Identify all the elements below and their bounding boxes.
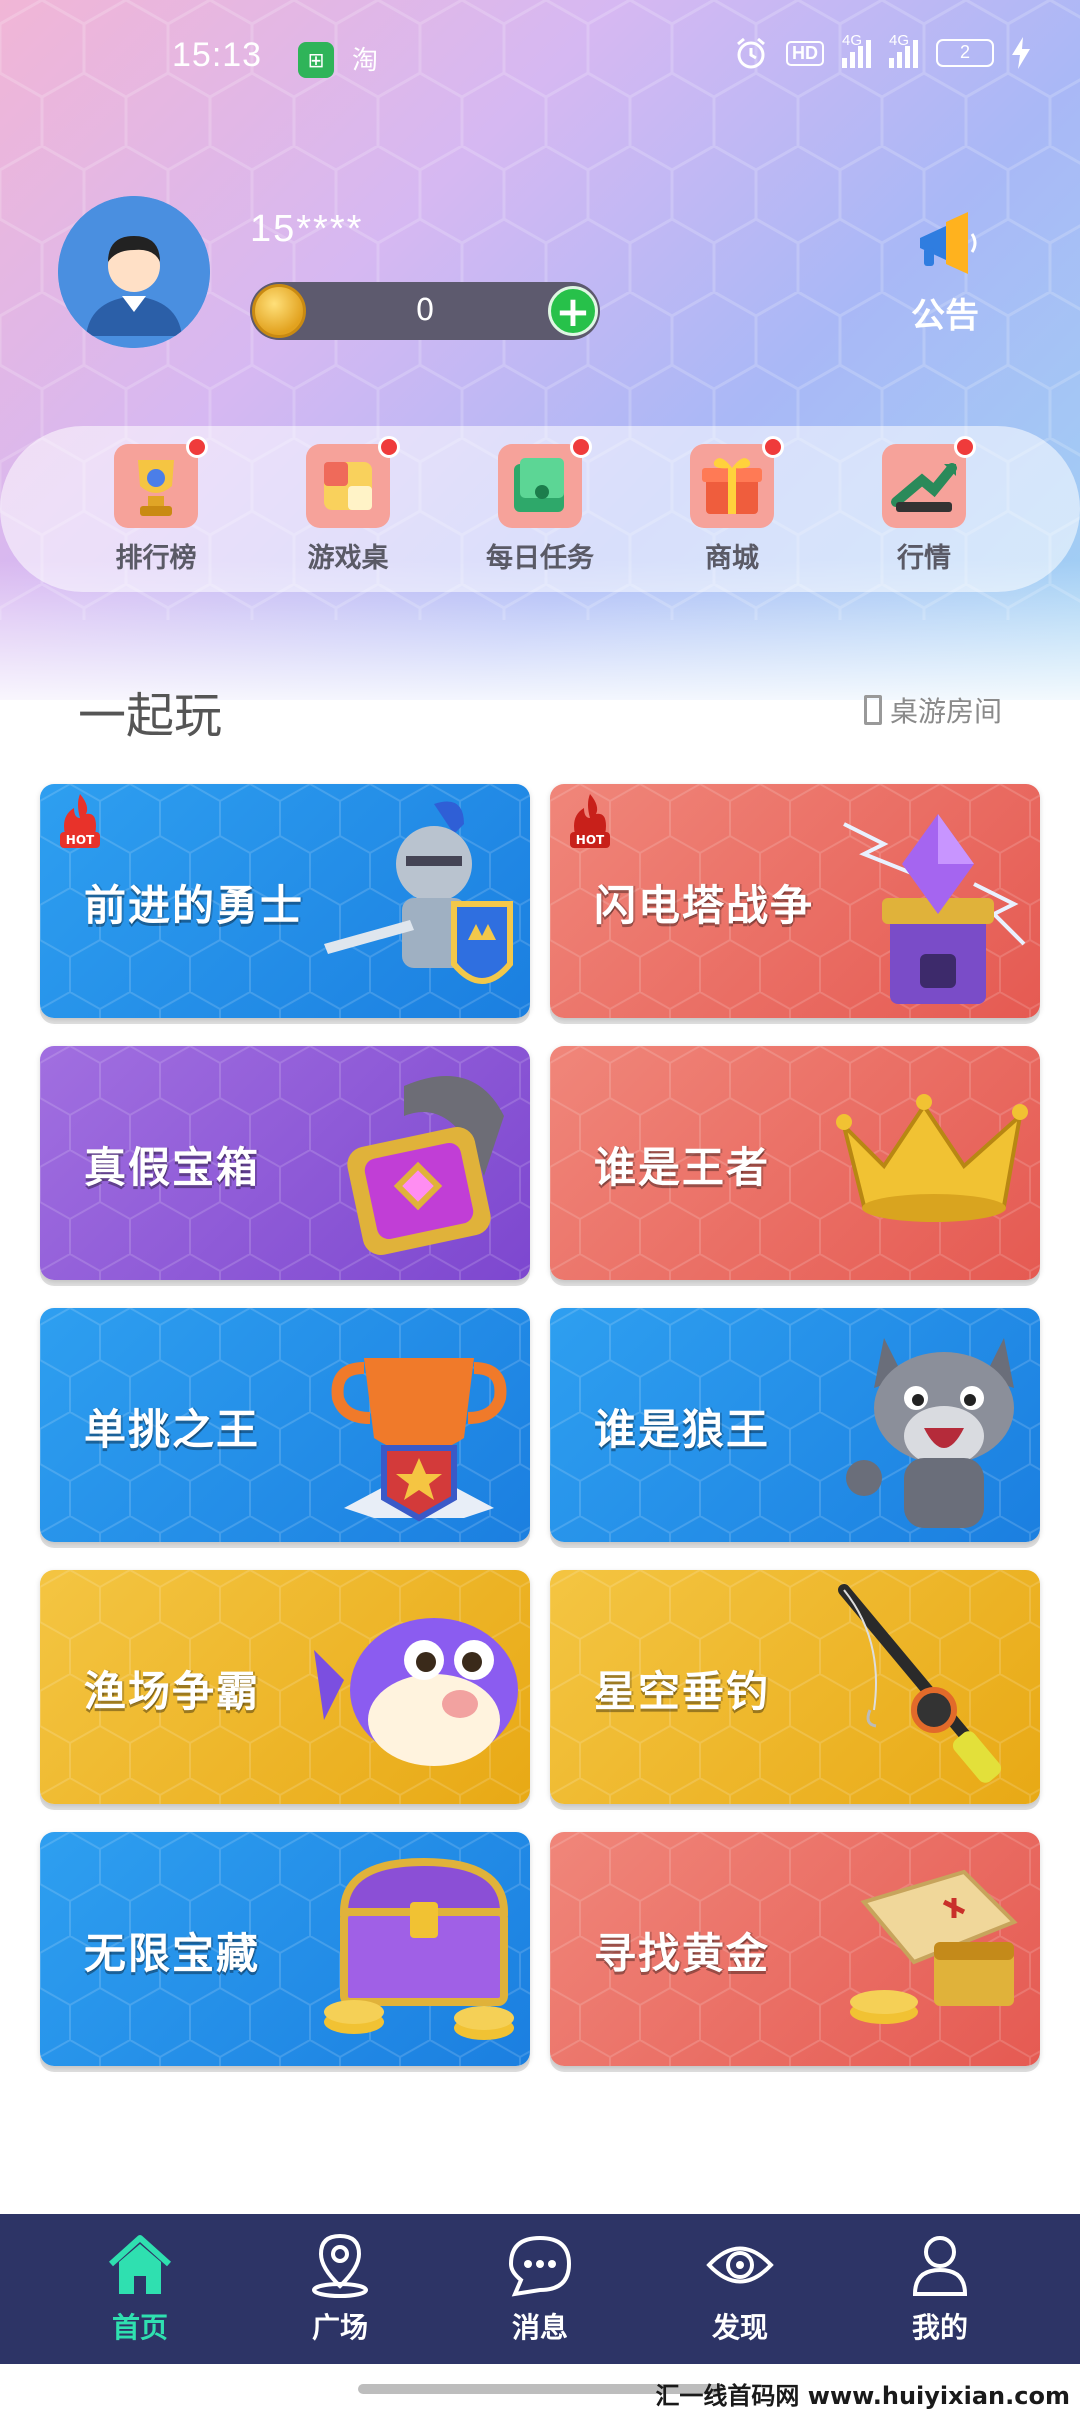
game-card[interactable]: HOT 闪电塔战争 (550, 784, 1040, 1018)
nav-label: 消息 (511, 2311, 568, 2344)
door-icon (863, 695, 882, 725)
quick-menu-daily-tasks[interactable]: 每日任务 (480, 435, 600, 575)
game-card[interactable]: 无限宝藏 (40, 1832, 530, 2066)
chart-icon (882, 435, 976, 528)
green-shopping-icon: ⊞ (298, 42, 334, 78)
room-link-label: 桌游房间 (889, 695, 1002, 728)
game-card[interactable]: 单挑之王 (40, 1308, 530, 1542)
watermark: 汇一线首码网 www.huiyixian.com (655, 2382, 1070, 2410)
game-card[interactable]: HOT 前进的勇士 (40, 784, 530, 1018)
nav-discover[interactable]: 发现 (670, 2232, 810, 2346)
notification-dot (186, 435, 208, 458)
game-card[interactable]: 谁是狼王 (550, 1308, 1040, 1542)
quick-menu-label: 行情 (897, 542, 951, 574)
announcement-label: 公告 (911, 296, 979, 336)
alarm-icon (737, 37, 765, 69)
nav-label: 发现 (711, 2311, 768, 2344)
game-card[interactable]: 寻找黄金 (550, 1832, 1040, 2066)
hot-badge-icon: HOT (60, 794, 100, 848)
nav-square[interactable]: 广场 (270, 2232, 410, 2346)
status-right-group: HD 4G 4G 2 (734, 32, 1030, 70)
quick-menu-market[interactable]: 行情 (864, 435, 984, 575)
notification-dot (762, 435, 784, 458)
hot-badge-icon: HOT (570, 794, 610, 848)
notification-dot (570, 435, 592, 458)
nav-profile[interactable]: 我的 (870, 2232, 1010, 2346)
svg-text:HOT: HOT (66, 833, 95, 847)
game-title: 无限宝藏 (84, 1929, 261, 1978)
announcement-button[interactable]: 公告 (900, 208, 990, 337)
svg-text:HOT: HOT (576, 833, 605, 847)
game-title: 单挑之王 (84, 1405, 261, 1454)
hd-badge: HD (786, 40, 824, 66)
status-time: 15:13 (172, 36, 263, 74)
section-title: 一起玩 (78, 688, 223, 744)
notification-dot (378, 435, 400, 458)
chat-bubble-icon (508, 2235, 572, 2297)
game-card[interactable]: 渔场争霸 (40, 1570, 530, 1804)
battery-icon: 2 (936, 39, 994, 67)
game-title: 前进的勇士 (84, 881, 305, 930)
game-title: 谁是王者 (594, 1143, 771, 1192)
knight-icon (324, 801, 513, 984)
wallet-icon (498, 435, 592, 528)
quick-menu: 排行榜 游戏桌 每日任务 商城 行情 (0, 426, 1080, 592)
game-title: 寻找黄金 (594, 1929, 771, 1978)
game-grid: HOT 前进的勇士 HOT 闪电塔战争 真假宝箱 谁是王者 单挑之王 谁是狼王 … (40, 784, 1040, 2066)
game-title: 闪电塔战争 (594, 881, 815, 930)
coin-balance-bar: 0 + (250, 282, 600, 340)
nav-label: 我的 (911, 2311, 968, 2344)
game-card[interactable]: 谁是王者 (550, 1046, 1040, 1280)
nav-label: 广场 (311, 2311, 368, 2344)
treasure-map-icon (850, 1869, 1018, 2024)
add-coin-button[interactable]: + (548, 286, 598, 336)
taobao-label: 淘 (352, 46, 379, 76)
eye-icon (706, 2246, 774, 2284)
game-title: 谁是狼王 (594, 1405, 771, 1454)
user-icon (912, 2236, 968, 2296)
game-card[interactable]: 真假宝箱 (40, 1046, 530, 1280)
signal-icon-1: 4G (842, 32, 871, 68)
treasure-chest-icon (324, 1857, 514, 2040)
crown-icon (836, 1094, 1028, 1222)
trophy-icon (114, 435, 208, 528)
quick-menu-shop[interactable]: 商城 (672, 435, 792, 575)
quick-menu-leaderboard[interactable]: 排行榜 (96, 435, 216, 575)
avatar[interactable] (58, 196, 210, 348)
game-title: 渔场争霸 (84, 1667, 261, 1716)
quick-menu-label: 每日任务 (486, 542, 594, 574)
game-card[interactable]: 星空垂钓 (550, 1570, 1040, 1804)
megaphone-icon (920, 212, 977, 274)
cube-icon (306, 435, 400, 528)
nav-messages[interactable]: 消息 (470, 2232, 610, 2346)
gift-icon (690, 435, 784, 528)
nav-label: 首页 (111, 2311, 168, 2344)
puffer-fish-icon (314, 1618, 518, 1766)
notification-dot (954, 435, 976, 458)
quick-menu-game-table[interactable]: 游戏桌 (288, 435, 408, 575)
crystal-tower-icon (843, 814, 1026, 1004)
gem-chest-icon (347, 1076, 504, 1255)
game-title: 真假宝箱 (84, 1143, 261, 1192)
status-bar: 15:13 ⊞ 淘 HD 4G 4G 2 (0, 30, 1080, 90)
home-icon (108, 2235, 172, 2294)
quick-menu-label: 排行榜 (115, 542, 197, 574)
nav-home[interactable]: 首页 (70, 2232, 210, 2346)
quick-menu-label: 游戏桌 (307, 542, 389, 574)
game-title: 星空垂钓 (594, 1667, 771, 1716)
quick-menu-label: 商城 (705, 542, 759, 574)
fishing-rod-icon (838, 1584, 1002, 1783)
username: 15**** (250, 208, 364, 250)
charging-icon (1012, 37, 1030, 69)
trophy-star-icon (331, 1358, 507, 1522)
board-game-room-link[interactable]: 桌游房间 (863, 690, 1002, 730)
user-avatar-icon (58, 196, 210, 348)
bottom-nav: 首页 广场 消息 发现 我的 (0, 2214, 1080, 2364)
location-pin-icon (312, 2233, 368, 2298)
wolf-icon (846, 1338, 1014, 1528)
signal-icon-2: 4G (889, 32, 918, 68)
